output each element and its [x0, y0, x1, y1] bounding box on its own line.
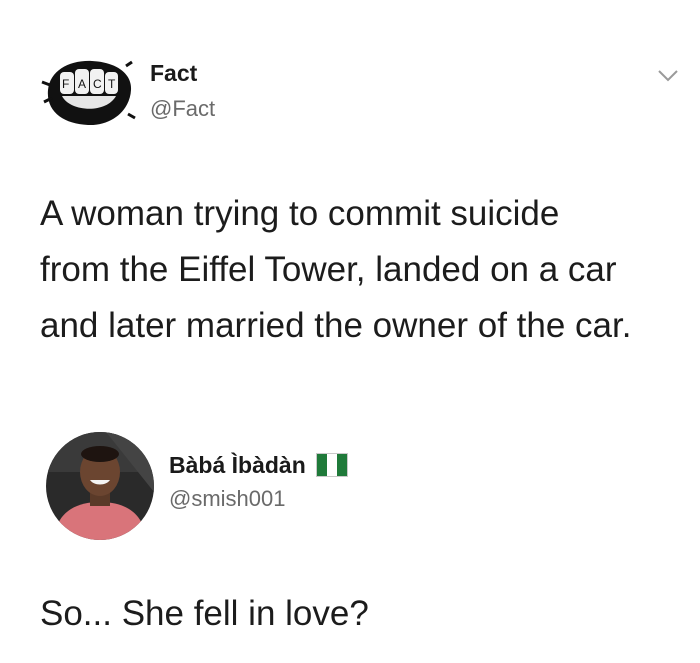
reply-author-name[interactable]: Bàbá Ìbàdàn — [169, 452, 306, 479]
nigeria-flag-icon — [315, 453, 348, 477]
author-name[interactable]: Fact — [150, 60, 197, 87]
tweet-header: F A C T Fact @Fact — [40, 42, 680, 134]
logo-letter: A — [78, 77, 86, 91]
logo-letter: C — [93, 77, 102, 91]
reply-avatar[interactable] — [46, 432, 154, 540]
logo-letter: F — [62, 77, 69, 91]
author-handle[interactable]: @Fact — [150, 96, 215, 122]
tweet-text: A woman trying to commit suicide from th… — [40, 186, 680, 354]
tweet-text-line: from the Eiffel Tower, landed on a car — [40, 250, 617, 289]
reply-text: So... She fell in love? — [40, 594, 369, 633]
logo-letter: T — [108, 77, 116, 91]
fact-logo-avatar[interactable]: F A C T — [40, 52, 136, 132]
tweet-text-line: A woman trying to commit suicide — [40, 194, 560, 233]
tweet-text-line: and later married the owner of the car. — [40, 306, 632, 345]
reply-name-row: Bàbá Ìbàdàn — [169, 450, 348, 480]
reply-author-handle[interactable]: @smish001 — [169, 486, 286, 512]
reply-header: Bàbá Ìbàdàn @smish001 — [46, 432, 646, 542]
chevron-down-icon[interactable] — [656, 66, 680, 84]
